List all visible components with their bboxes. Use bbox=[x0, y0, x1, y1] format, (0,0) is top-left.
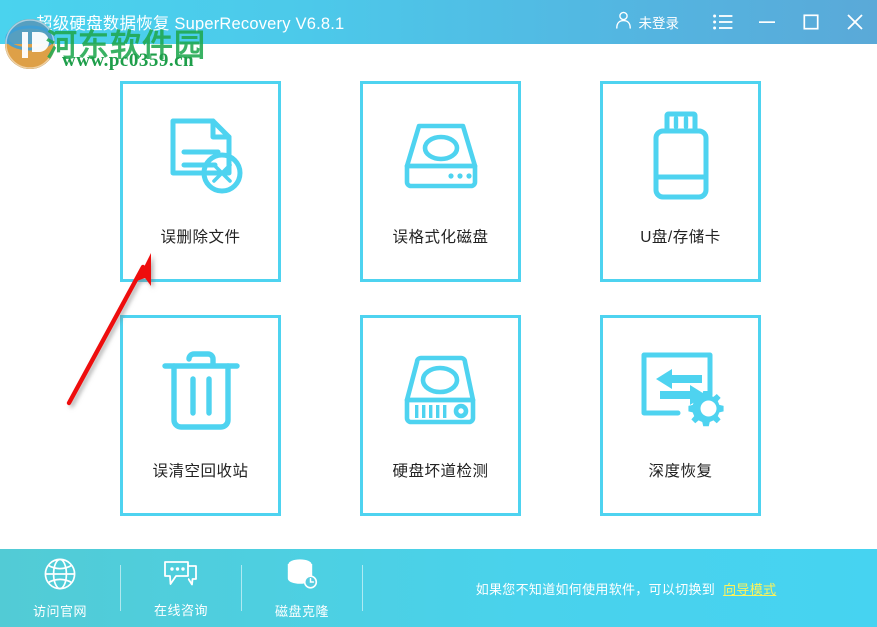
main-content: 误删除文件 误格式化磁盘 U盘/存储卡 误清空回收站 硬盘坏道检测 深度恢复 bbox=[0, 44, 877, 549]
card-icon-container bbox=[603, 318, 758, 468]
bottom-item-label: 访问官网 bbox=[32, 603, 87, 619]
bottom-toolbar: 访问官网 在线咨询 磁盘克隆 如果您不知道如何使用软件，可以切换到 向导模式 bbox=[0, 549, 877, 627]
card-recycle-bin[interactable]: 误清空回收站 bbox=[120, 315, 281, 516]
disk-clone-icon bbox=[284, 557, 320, 596]
card-label: 误格式化磁盘 bbox=[392, 229, 489, 246]
card-icon-container bbox=[363, 318, 518, 468]
card-label: 深度恢复 bbox=[648, 463, 713, 480]
card-icon-container bbox=[603, 84, 758, 234]
user-icon bbox=[615, 11, 632, 34]
card-deleted-file[interactable]: 误删除文件 bbox=[120, 81, 281, 282]
card-icon-container bbox=[123, 84, 278, 234]
card-label: 硬盘坏道检测 bbox=[392, 463, 489, 480]
bottom-item-label: 磁盘克隆 bbox=[274, 603, 329, 619]
card-label: 误删除文件 bbox=[160, 229, 241, 246]
close-icon bbox=[845, 12, 865, 32]
window-title: 超级硬盘数据恢复 SuperRecovery V6.8.1 bbox=[36, 15, 345, 33]
deep-recovery-icon bbox=[634, 345, 728, 442]
card-usb-drive[interactable]: U盘/存储卡 bbox=[600, 81, 761, 282]
card-disk-health[interactable]: 硬盘坏道检测 bbox=[360, 315, 521, 516]
maximize-icon bbox=[802, 13, 820, 31]
card-label: U盘/存储卡 bbox=[640, 229, 721, 246]
recycle-bin-icon bbox=[159, 345, 243, 442]
bottom-item-official-site[interactable]: 访问官网 bbox=[0, 549, 120, 627]
card-label: 误清空回收站 bbox=[152, 463, 249, 480]
usb-drive-icon bbox=[646, 109, 716, 210]
list-menu-icon bbox=[713, 14, 733, 30]
wizard-hint-text: 如果您不知道如何使用软件，可以切换到 bbox=[475, 581, 716, 597]
menu-button[interactable] bbox=[701, 0, 745, 44]
minimize-icon bbox=[757, 15, 777, 29]
disk-health-icon bbox=[395, 348, 487, 439]
account-label: 未登录 bbox=[638, 16, 680, 31]
bottom-item-disk-clone[interactable]: 磁盘克隆 bbox=[242, 549, 362, 627]
deleted-file-icon bbox=[155, 111, 247, 208]
account-button[interactable]: 未登录 bbox=[615, 11, 680, 34]
title-bar: 超级硬盘数据恢复 SuperRecovery V6.8.1 未登录 bbox=[0, 0, 877, 44]
minimize-button[interactable] bbox=[745, 0, 789, 44]
maximize-button[interactable] bbox=[789, 0, 833, 44]
bottom-item-label: 在线咨询 bbox=[153, 602, 208, 618]
wizard-mode-link[interactable]: 向导模式 bbox=[723, 579, 776, 598]
close-button[interactable] bbox=[833, 0, 877, 44]
card-format-disk[interactable]: 误格式化磁盘 bbox=[360, 81, 521, 282]
bottom-item-online-consult[interactable]: 在线咨询 bbox=[121, 549, 241, 627]
globe-icon bbox=[43, 557, 77, 596]
format-disk-icon bbox=[395, 116, 487, 203]
card-icon-container bbox=[123, 318, 278, 468]
wizard-hint: 如果您不知道如何使用软件，可以切换到 向导模式 bbox=[363, 579, 877, 598]
chat-icon bbox=[162, 558, 200, 595]
feature-card-grid: 误删除文件 误格式化磁盘 U盘/存储卡 误清空回收站 硬盘坏道检测 深度恢复 bbox=[120, 81, 761, 516]
card-deep-recovery[interactable]: 深度恢复 bbox=[600, 315, 761, 516]
card-icon-container bbox=[363, 84, 518, 234]
